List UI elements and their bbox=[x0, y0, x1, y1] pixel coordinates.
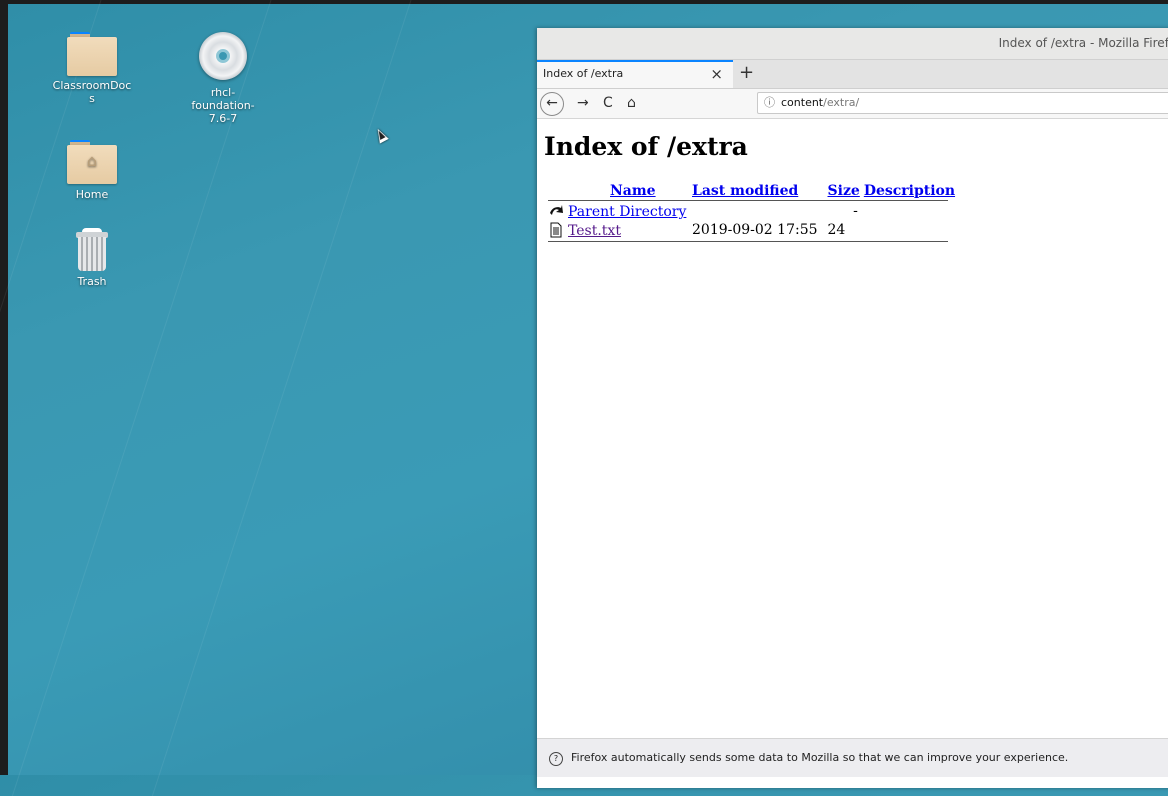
text-file-icon bbox=[550, 222, 562, 238]
table-header-row: Name Last modified Size Description bbox=[546, 183, 957, 199]
navigation-toolbar: ← → C ⌂ ⓘ content/extra/ bbox=[537, 89, 1168, 119]
url-host: content bbox=[781, 96, 824, 109]
divider bbox=[548, 200, 948, 201]
desktop-icon-trash[interactable]: Trash bbox=[47, 228, 137, 288]
url-bar[interactable]: ⓘ content/extra/ bbox=[757, 92, 1168, 114]
desktop-icon-classroomdocs[interactable]: ClassroomDoc s bbox=[47, 32, 137, 105]
screen-frame-top bbox=[0, 0, 1168, 4]
close-tab-icon[interactable]: × bbox=[710, 62, 723, 86]
page-title: Index of /extra bbox=[544, 132, 748, 161]
directory-listing-table: Name Last modified Size Description Pare… bbox=[546, 183, 957, 243]
home-folder-icon: ⌂ bbox=[67, 140, 117, 184]
size-cell: - bbox=[853, 203, 858, 219]
name-cell: Parent Directory bbox=[546, 202, 690, 221]
mouse-cursor-icon bbox=[373, 126, 389, 144]
trash-icon bbox=[76, 228, 108, 272]
window-titlebar[interactable]: Index of /extra - Mozilla Firefox bbox=[537, 28, 1168, 60]
back-button[interactable]: ← bbox=[540, 92, 564, 116]
description-cell bbox=[862, 202, 957, 221]
screen-frame-left bbox=[0, 0, 8, 775]
url-path: /extra/ bbox=[823, 96, 860, 109]
column-header-size: Size bbox=[826, 183, 862, 199]
desktop-icon-label: Home bbox=[75, 188, 109, 201]
sort-by-size-link[interactable]: Size bbox=[828, 183, 860, 199]
desktop-icon-label: ClassroomDoc s bbox=[52, 79, 132, 105]
data-collection-notification-bar: ? Firefox automatically sends some data t… bbox=[537, 738, 1168, 777]
modified-cell bbox=[690, 202, 826, 221]
name-cell: Test.txt bbox=[546, 221, 690, 240]
home-button[interactable]: ⌂ bbox=[627, 93, 636, 113]
new-tab-button[interactable]: + bbox=[739, 60, 754, 86]
desktop-icon-home[interactable]: ⌂ Home bbox=[47, 140, 137, 201]
forward-button[interactable]: → bbox=[577, 93, 589, 113]
page-content: Index of /extra Name Last modified Size … bbox=[537, 118, 1168, 243]
sort-by-name-link[interactable]: Name bbox=[610, 183, 656, 199]
tab-title: Index of /extra bbox=[543, 67, 624, 80]
column-header-name: Name bbox=[570, 183, 690, 199]
desktop-icon-rhcl-foundation[interactable]: rhcl- foundation- 7.6-7 bbox=[178, 32, 268, 125]
folder-icon bbox=[67, 32, 117, 76]
modified-cell: 2019-09-02 17:55 bbox=[692, 222, 818, 238]
test-txt-link[interactable]: Test.txt bbox=[568, 223, 621, 239]
divider bbox=[548, 241, 948, 242]
divider-row bbox=[546, 240, 957, 243]
desktop-icon-label: Trash bbox=[77, 275, 107, 288]
question-icon: ? bbox=[549, 752, 563, 766]
icon-column-header bbox=[546, 183, 570, 199]
sort-by-modified-link[interactable]: Last modified bbox=[692, 183, 798, 199]
sort-by-description-link[interactable]: Description bbox=[864, 183, 955, 199]
tab-bar: Index of /extra × + bbox=[537, 60, 1168, 89]
column-header-description: Description bbox=[862, 183, 957, 199]
disc-icon bbox=[199, 32, 247, 80]
wallpaper-streak bbox=[0, 0, 121, 796]
reload-button[interactable]: C bbox=[603, 93, 613, 113]
firefox-window: Index of /extra - Mozilla Firefox Index … bbox=[537, 28, 1168, 788]
parent-directory-link[interactable]: Parent Directory bbox=[568, 204, 686, 220]
table-row: Test.txt 2019-09-02 17:55 24 bbox=[546, 221, 957, 240]
table-row: Parent Directory - bbox=[546, 202, 957, 221]
tab-index-of-extra[interactable]: Index of /extra × bbox=[537, 60, 733, 88]
window-title: Index of /extra - Mozilla Firefox bbox=[998, 36, 1168, 50]
site-info-icon[interactable]: ⓘ bbox=[764, 96, 775, 109]
size-cell: 24 bbox=[827, 222, 846, 238]
desktop-icon-label: rhcl- foundation- 7.6-7 bbox=[191, 86, 255, 125]
description-cell bbox=[862, 221, 957, 240]
back-arrow-icon bbox=[550, 205, 563, 215]
column-header-modified: Last modified bbox=[690, 183, 826, 199]
notification-text: Firefox automatically sends some data to… bbox=[571, 751, 1069, 764]
